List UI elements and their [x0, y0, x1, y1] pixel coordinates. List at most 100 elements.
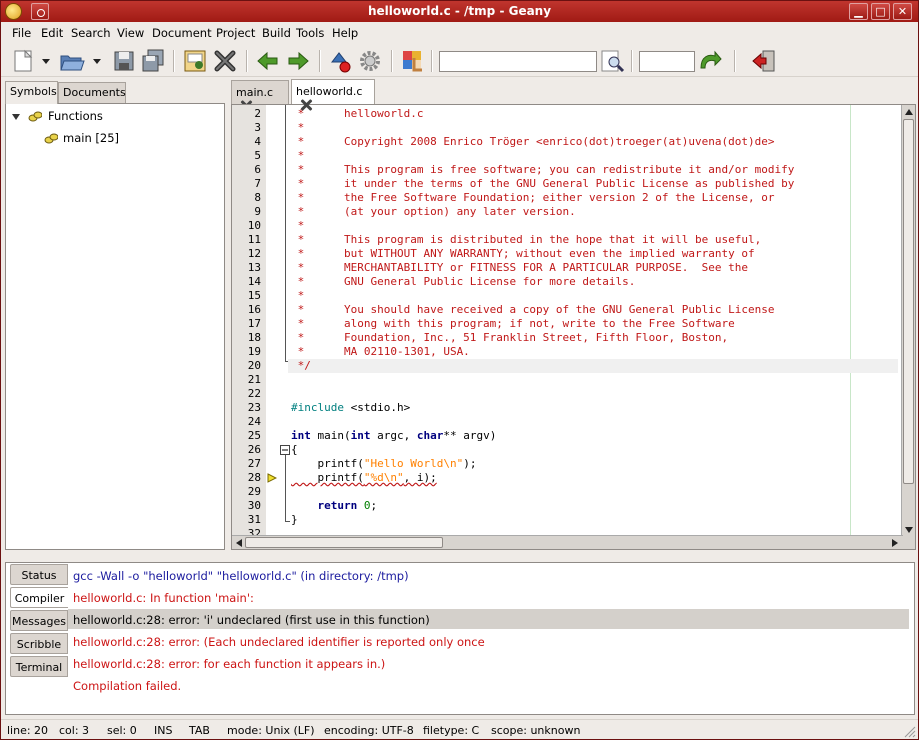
build-button[interactable] [357, 48, 383, 74]
minimize-button[interactable]: ▁ [849, 3, 868, 20]
code-line: printf("Hello World\n"); [291, 457, 476, 471]
new-file-icon [14, 49, 33, 72]
menu-document[interactable]: Document [152, 26, 212, 40]
scroll-right-icon[interactable] [890, 538, 900, 548]
toolbar [1, 44, 918, 77]
line-number: 3 [254, 121, 261, 134]
code-line: int main(int argc, char** argv) [291, 429, 496, 443]
scroll-down-icon[interactable] [904, 525, 914, 535]
line-number: 2 [254, 107, 261, 120]
arrow-right-icon [288, 51, 309, 71]
tab-main-c-label: main.c [236, 86, 274, 99]
gear-icon [360, 51, 380, 71]
goto-line-input[interactable] [639, 51, 695, 72]
tab-compiler[interactable]: Compiler [10, 587, 68, 608]
code-line: #include <stdio.h> [291, 401, 410, 415]
vertical-scrollbar[interactable] [901, 105, 915, 549]
compiler-message[interactable]: gcc -Wall -o "helloworld" "helloworld.c"… [68, 565, 909, 585]
code-line: * [291, 289, 305, 302]
code-text: ** argv) [443, 429, 497, 442]
close-file-icon [214, 50, 236, 72]
keyword: int [291, 429, 311, 442]
tab-symbols[interactable]: Symbols [5, 81, 58, 104]
code-line: * GNU General Public License for more de… [291, 275, 636, 288]
tab-messages[interactable]: Messages [10, 610, 68, 631]
new-file-button[interactable] [10, 48, 36, 74]
menu-edit[interactable]: Edit [41, 26, 63, 40]
tab-helloworld-c[interactable]: helloworld.c [291, 79, 375, 104]
compiler-message[interactable]: Compilation failed. [68, 675, 909, 695]
menu-file[interactable]: File [12, 26, 31, 40]
color-chooser-icon [403, 51, 422, 72]
revert-icon [184, 50, 206, 72]
save-all-button[interactable] [140, 48, 166, 74]
long-line-marker [850, 105, 851, 537]
tree-item-main[interactable]: main [25] [63, 131, 119, 145]
new-file-dropdown-icon[interactable] [42, 59, 50, 64]
tab-status[interactable]: Status [10, 564, 68, 585]
editor-tabs: main.c helloworld.c [231, 79, 916, 104]
close-tab-icon[interactable] [299, 98, 313, 112]
compiler-message-selected[interactable]: helloworld.c:28: error: 'i' undeclared (… [68, 609, 909, 629]
revert-button[interactable] [182, 48, 208, 74]
tab-main-c[interactable]: main.c [231, 80, 289, 104]
save-button[interactable] [111, 48, 137, 74]
search-input[interactable] [439, 51, 597, 72]
scroll-up-icon[interactable] [904, 107, 914, 117]
navigate-forward-button[interactable] [285, 48, 311, 74]
expander-down-icon[interactable] [12, 114, 20, 120]
status-col: col: 3 [59, 724, 90, 737]
line-number: 19 [247, 345, 261, 358]
quit-button[interactable] [751, 48, 777, 74]
code-text: printf( [291, 457, 364, 470]
scroll-left-icon[interactable] [234, 538, 244, 548]
menu-tools[interactable]: Tools [296, 26, 324, 40]
toolbar-separator [631, 50, 633, 72]
code-line: * [291, 121, 305, 134]
minimize-icon: ▁ [854, 5, 863, 18]
arrow-left-icon [257, 51, 278, 71]
horizontal-scroll-thumb[interactable] [245, 537, 443, 548]
menu-help[interactable]: Help [332, 26, 358, 40]
tab-terminal[interactable]: Terminal [10, 656, 68, 677]
tab-scribble[interactable]: Scribble [10, 633, 68, 654]
vertical-scroll-thumb[interactable] [903, 119, 914, 484]
open-file-dropdown-icon[interactable] [93, 59, 101, 64]
navigate-back-button[interactable] [255, 48, 281, 74]
compiler-output: gcc -Wall -o "helloworld" "helloworld.c"… [68, 563, 913, 713]
title-bar[interactable]: helloworld.c - /tmp - Geany ▁ □ ✕ [1, 1, 918, 22]
menu-search[interactable]: Search [71, 26, 111, 40]
function-icon [44, 133, 58, 144]
compiler-message[interactable]: helloworld.c:28: error: (Each undeclared… [68, 631, 909, 651]
tab-status-label: Status [21, 569, 57, 582]
jump-arrow-icon [700, 50, 722, 69]
color-chooser-button[interactable] [400, 48, 426, 74]
menu-build[interactable]: Build [262, 26, 291, 40]
close-file-button[interactable] [212, 48, 238, 74]
current-code-line: */ [288, 359, 898, 373]
maximize-button[interactable]: □ [871, 3, 890, 20]
resize-grip-icon[interactable] [904, 726, 916, 738]
horizontal-scrollbar[interactable] [232, 535, 903, 549]
status-scope: scope: unknown [491, 724, 581, 737]
keyword: return [317, 499, 358, 512]
compile-button[interactable] [328, 48, 354, 74]
menu-view[interactable]: View [117, 26, 144, 40]
search-button[interactable] [600, 48, 626, 74]
compiler-message[interactable]: helloworld.c:28: error: for each functio… [68, 653, 909, 673]
line-number: 31 [247, 513, 261, 526]
pane-splitter[interactable] [1, 552, 918, 561]
tab-scribble-label: Scribble [16, 638, 62, 651]
code-editor[interactable]: 2 3 4 5 6 7 8 9 10 11 12 13 14 15 16 17 … [231, 104, 916, 550]
code-area[interactable]: * helloworld.c * * Copyright 2008 Enrico… [288, 105, 903, 537]
close-window-button[interactable]: ✕ [893, 3, 912, 20]
tree-group-functions[interactable]: Functions [48, 109, 103, 123]
goto-line-button[interactable] [697, 48, 723, 74]
compiler-message[interactable]: helloworld.c: In function 'main': [68, 587, 909, 607]
tab-documents[interactable]: Documents [58, 82, 126, 103]
menu-project[interactable]: Project [216, 26, 255, 40]
save-icon [114, 51, 134, 71]
open-file-button[interactable] [59, 48, 85, 74]
toolbar-separator [391, 50, 393, 72]
line-number: 17 [247, 317, 261, 330]
